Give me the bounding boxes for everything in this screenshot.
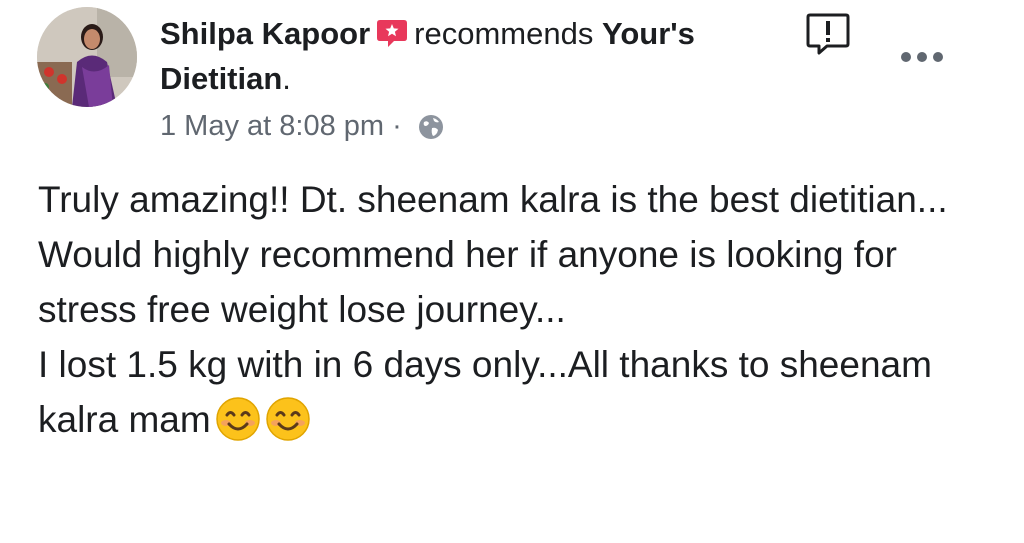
post-body-paragraph-2: I lost 1.5 kg with in 6 days only...All … — [38, 337, 998, 457]
globe-icon[interactable] — [418, 111, 444, 151]
post-timestamp[interactable]: 1 May at 8:08 pm — [160, 110, 384, 142]
recommendation-star-icon — [376, 16, 408, 60]
header-period: . — [282, 61, 291, 96]
report-button[interactable] — [805, 12, 851, 56]
smiling-face-emoji-icon — [215, 396, 261, 457]
author-avatar[interactable] — [37, 7, 137, 107]
post-body-paragraph-2-text: I lost 1.5 kg with in 6 days only...All … — [38, 344, 932, 440]
smiling-face-emoji-icon — [265, 396, 311, 457]
avatar-photo — [37, 7, 137, 107]
post-body: Truly amazing!! Dt. sheenam kalra is the… — [38, 172, 998, 457]
page-name-link-part1[interactable]: Your's — [602, 16, 695, 51]
author-name-link[interactable]: Shilpa Kapoor — [160, 16, 370, 51]
post-header-line: Shilpa Kapoor recommends Your's — [160, 12, 695, 60]
recommends-text: recommends — [414, 16, 594, 51]
post-body-paragraph-1: Truly amazing!! Dt. sheenam kalra is the… — [38, 179, 948, 330]
post-header-line-2: Dietitian. — [160, 57, 291, 101]
more-options-button[interactable] — [898, 46, 946, 68]
page-name-link-part2[interactable]: Dietitian — [160, 61, 282, 96]
meta-separator: · — [392, 110, 402, 142]
report-icon — [806, 13, 850, 55]
more-dots-icon — [901, 52, 943, 62]
post-meta: 1 May at 8:08 pm · — [160, 106, 444, 151]
